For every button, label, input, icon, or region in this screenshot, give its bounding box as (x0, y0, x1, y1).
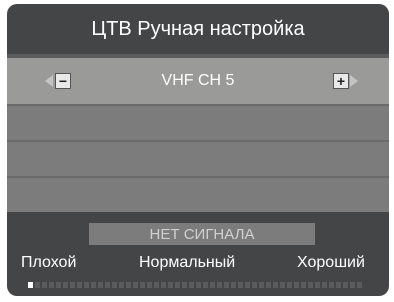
menu-row-empty-1 (7, 106, 389, 140)
signal-segment (84, 282, 89, 288)
signal-segment (154, 282, 159, 288)
signal-segment (252, 282, 257, 288)
signal-label-normal: Нормальный (139, 254, 236, 271)
signal-segment (112, 282, 117, 288)
channel-selector-row[interactable]: − VHF CH 5 + (7, 58, 389, 104)
signal-segment (294, 282, 299, 288)
signal-segment (308, 282, 313, 288)
signal-segment (140, 282, 145, 288)
signal-segment (28, 282, 33, 288)
signal-segment (182, 282, 187, 288)
signal-segment (56, 282, 61, 288)
signal-segment (217, 282, 222, 288)
signal-segment (259, 282, 264, 288)
signal-segment (266, 282, 271, 288)
signal-segment (91, 282, 96, 288)
signal-label-bad: Плохой (21, 254, 77, 271)
signal-segment (49, 282, 54, 288)
signal-segment (301, 282, 306, 288)
signal-strength-bar (28, 282, 362, 288)
signal-segment (175, 282, 180, 288)
signal-segment (105, 282, 110, 288)
signal-segment (357, 282, 362, 288)
signal-segment (350, 282, 355, 288)
signal-segment (343, 282, 348, 288)
signal-segment (63, 282, 68, 288)
signal-segment (196, 282, 201, 288)
signal-segment (238, 282, 243, 288)
signal-status: НЕТ СИГНАЛА (89, 223, 315, 245)
signal-label-good: Хороший (297, 254, 365, 271)
signal-segment (273, 282, 278, 288)
tv-menu-panel: ЦТВ Ручная настройка − VHF CH 5 + НЕТ СИ… (7, 4, 389, 296)
signal-segment (287, 282, 292, 288)
signal-segment (147, 282, 152, 288)
menu-title: ЦТВ Ручная настройка (91, 17, 305, 40)
signal-segment (322, 282, 327, 288)
signal-segment (35, 282, 40, 288)
signal-segment (336, 282, 341, 288)
channel-value: VHF CH 5 (161, 72, 235, 89)
signal-segment (231, 282, 236, 288)
signal-segment (168, 282, 173, 288)
signal-segment (329, 282, 334, 288)
menu-row-empty-2 (7, 142, 389, 176)
signal-segment (315, 282, 320, 288)
arrow-right-icon[interactable] (350, 75, 358, 87)
signal-segment (126, 282, 131, 288)
signal-segment (210, 282, 215, 288)
signal-segment (42, 282, 47, 288)
signal-segment (203, 282, 208, 288)
signal-segment (280, 282, 285, 288)
signal-segment (98, 282, 103, 288)
signal-segment (119, 282, 124, 288)
signal-segment (133, 282, 138, 288)
signal-segment (77, 282, 82, 288)
signal-segment (70, 282, 75, 288)
signal-segment (245, 282, 250, 288)
channel-increase-button[interactable]: + (333, 73, 349, 89)
menu-row-empty-3 (7, 178, 389, 212)
signal-segment (189, 282, 194, 288)
signal-segment (161, 282, 166, 288)
signal-segment (224, 282, 229, 288)
